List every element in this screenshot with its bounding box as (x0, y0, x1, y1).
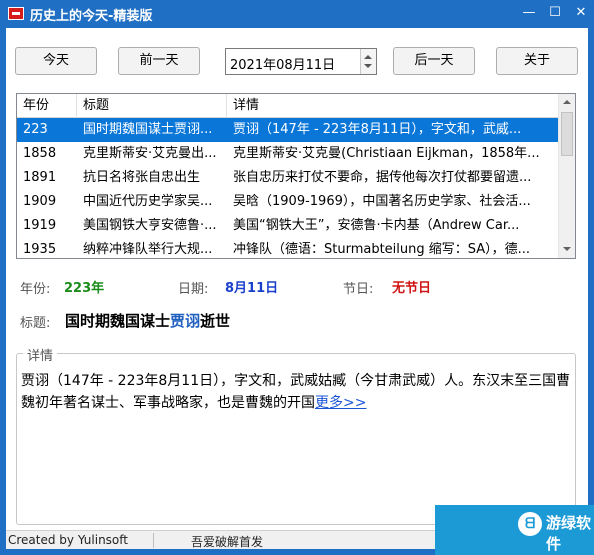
table-row[interactable]: 1858 克里斯蒂安·艾克曼出... 克里斯蒂安·艾克曼(Christiaan … (17, 142, 560, 166)
holiday-label: 节日: (343, 282, 374, 297)
scroll-thumb[interactable] (561, 112, 573, 156)
cell-year: 1891 (23, 170, 57, 185)
event-title-highlight: 贾诩 (170, 312, 201, 330)
cell-title: 抗日名将张自忠出生 (83, 170, 201, 185)
next-day-button[interactable]: 后一天 (393, 47, 475, 75)
status-release: 吾爱破解首发 (191, 535, 264, 549)
status-credit: Created by Yulinsoft (8, 533, 128, 547)
cell-title: 克里斯蒂安·艾克曼出... (83, 146, 217, 161)
cell-year: 1858 (23, 146, 57, 161)
minimize-button[interactable]: — (518, 4, 540, 22)
cell-year: 1909 (23, 194, 57, 209)
date-label: 日期: (178, 282, 209, 297)
events-table[interactable]: 年份 标题 详情 223 国时期魏国谋士贾诩... 贾诩（147年 - 223年… (16, 93, 576, 259)
more-link[interactable]: 更多>> (315, 395, 366, 411)
date-picker-value[interactable]: 2021年08月11日 (230, 54, 335, 73)
cell-detail: 美国“钢铁大王”，安德鲁·卡内基（Andrew Car... (233, 218, 520, 233)
title-bar[interactable]: 历史上的今天-精装版 — ☐ ✕ (0, 0, 594, 28)
table-row[interactable]: 1935 纳粹冲锋队举行大规... 冲锋队（德语：Sturmabteilung … (17, 238, 560, 258)
prev-day-button[interactable]: 前一天 (118, 47, 200, 75)
table-row[interactable]: 1909 中国近代历史学家吴... 吴晗（1909-1969），中国著名历史学家… (17, 190, 560, 214)
spin-up-icon[interactable] (364, 55, 372, 59)
detail-text-area[interactable]: 贾诩（147年 - 223年8月11日），字文和，武威姑臧（今甘肃武威）人。东汉… (21, 370, 571, 414)
event-title: 国时期魏国谋士贾诩逝世 (65, 310, 230, 331)
about-button[interactable]: 关于 (496, 47, 578, 75)
cell-detail: 张自忠历来打仗不要命，据传他每次打仗都要留遗... (233, 170, 532, 185)
scroll-up-icon[interactable] (559, 94, 575, 111)
year-label: 年份: (20, 282, 51, 297)
scroll-down-icon[interactable] (559, 241, 575, 258)
detail-text: 贾诩（147年 - 223年8月11日），字文和，武威姑臧（今甘肃武威）人。东汉… (21, 373, 571, 411)
holiday-value: 无节日 (392, 281, 432, 296)
detail-legend: 详情 (23, 345, 58, 364)
cell-title: 纳粹冲锋队举行大规... (83, 242, 213, 257)
cell-detail: 吴晗（1909-1969），中国著名历史学家、社会活... (233, 194, 531, 209)
app-window: 历史上的今天-精装版 — ☐ ✕ 今天 前一天 2021年08月11日 后一天 … (0, 0, 594, 555)
cell-year: 223 (17, 118, 77, 142)
date-value: 8月11日 (225, 281, 279, 296)
event-title-suffix: 逝世 (200, 312, 231, 330)
table-header: 年份 标题 详情 (17, 94, 560, 118)
today-button[interactable]: 今天 (15, 47, 97, 75)
close-button[interactable]: ✕ (570, 4, 592, 22)
cell-title: 中国近代历史学家吴... (83, 194, 213, 209)
spin-down-icon[interactable] (364, 64, 372, 68)
watermark-logo-icon: ᗺ (518, 512, 542, 536)
table-body: 223 国时期魏国谋士贾诩... 贾诩（147年 - 223年8月11日），字文… (17, 118, 560, 258)
date-spinner[interactable] (360, 49, 376, 74)
column-header-detail[interactable]: 详情 (227, 94, 560, 118)
client-area: 今天 前一天 2021年08月11日 后一天 关于 年份 标题 详情 223 国… (6, 28, 588, 549)
cell-detail: 克里斯蒂安·艾克曼(Christiaan Eijkman，1858年... (233, 146, 540, 161)
app-icon (8, 7, 24, 20)
window-title: 历史上的今天-精装版 (30, 9, 153, 24)
cell-title: 美国钢铁大亨安德鲁·... (83, 218, 217, 233)
vertical-scrollbar[interactable] (558, 94, 575, 258)
detail-group: 详情 贾诩（147年 - 223年8月11日），字文和，武威姑臧（今甘肃武威）人… (16, 345, 576, 525)
maximize-button[interactable]: ☐ (544, 4, 566, 22)
title-label: 标题: (20, 316, 51, 331)
event-title-prefix: 国时期魏国谋士 (65, 312, 171, 330)
status-divider (153, 533, 154, 548)
watermark-text: 游绿软件 (546, 514, 592, 553)
date-picker[interactable]: 2021年08月11日 (225, 48, 377, 75)
table-row[interactable]: 1891 抗日名将张自忠出生 张自忠历来打仗不要命，据传他每次打仗都要留遗... (17, 166, 560, 190)
cell-detail: 贾诩（147年 - 223年8月11日），字文和，武威... (233, 122, 522, 137)
table-row[interactable]: 223 国时期魏国谋士贾诩... 贾诩（147年 - 223年8月11日），字文… (17, 118, 560, 142)
cell-title: 国时期魏国谋士贾诩... (83, 122, 213, 137)
table-row[interactable]: 1919 美国钢铁大亨安德鲁·... 美国“钢铁大王”，安德鲁·卡内基（Andr… (17, 214, 560, 238)
column-header-title[interactable]: 标题 (77, 94, 227, 118)
column-header-year[interactable]: 年份 (17, 94, 77, 118)
cell-detail: 冲锋队（德语：Sturmabteilung 缩写：SA），德... (233, 242, 531, 257)
year-value: 223年 (64, 281, 105, 296)
cell-year: 1935 (23, 242, 57, 257)
cell-year: 1919 (23, 218, 57, 233)
